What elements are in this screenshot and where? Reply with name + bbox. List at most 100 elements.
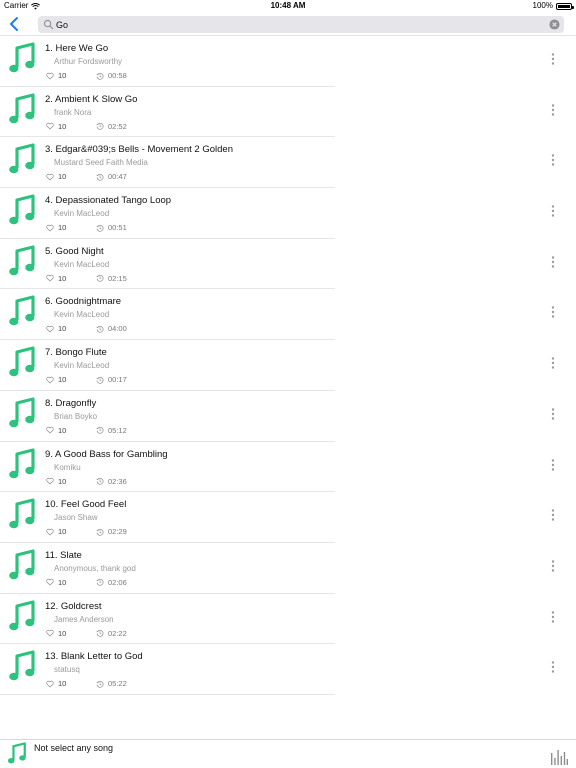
song-likes: 10 (46, 122, 66, 131)
song-duration: 02:06 (96, 578, 127, 587)
song-artist: Anonymous, thank god (54, 563, 136, 573)
song-artist: Jason Shaw (54, 513, 98, 523)
likes-count: 10 (58, 577, 67, 587)
song-artist: Kevin MacLeod (54, 259, 110, 269)
song-artist: Kevin MacLeod (54, 310, 110, 320)
song-likes: 10 (46, 679, 66, 688)
song-row[interactable]: 7. Bongo Flute Kevin MacLeod 10 00:17 (0, 340, 576, 391)
song-duration: 00:17 (96, 375, 127, 384)
song-likes: 10 (46, 527, 66, 536)
more-options-icon[interactable] (548, 508, 558, 522)
music-note-icon (7, 742, 26, 764)
battery-icon (556, 2, 574, 10)
duration-text: 00:17 (108, 375, 127, 385)
heart-icon (46, 224, 54, 232)
song-title: 3. Edgar&#039;s Bells - Movement 2 Golde… (45, 144, 233, 156)
row-divider (0, 693, 335, 695)
song-row[interactable]: 10. Feel Good Feel Jason Shaw 10 02:29 (0, 492, 576, 543)
song-row[interactable]: 8. Dragonfly Brian Boyko 10 05:12 (0, 391, 576, 442)
clear-icon[interactable] (549, 19, 560, 30)
likes-count: 10 (58, 679, 67, 689)
heart-icon (46, 173, 54, 181)
music-note-icon (9, 42, 35, 73)
more-options-icon[interactable] (548, 305, 558, 319)
likes-count: 10 (58, 172, 67, 182)
song-artist: Brian Boyko (54, 411, 98, 421)
song-row[interactable]: 1. Here We Go Arthur Fordsworthy 10 00:5… (0, 36, 576, 87)
history-icon (96, 477, 104, 485)
song-row[interactable]: 12. Goldcrest James Anderson 10 02:22 (0, 594, 576, 645)
heart-icon (46, 477, 54, 485)
heart-icon (46, 72, 54, 80)
more-options-icon[interactable] (548, 407, 558, 421)
song-row[interactable]: 4. Depassionated Tango Loop Kevin MacLeo… (0, 188, 576, 239)
more-options-icon[interactable] (548, 610, 558, 624)
duration-text: 05:22 (108, 679, 127, 689)
song-duration: 00:58 (96, 71, 127, 80)
battery-percent: 100% (532, 1, 553, 10)
heart-icon (46, 123, 54, 130)
song-row[interactable]: 6. Goodnightmare Kevin MacLeod 10 04:00 (0, 289, 576, 341)
likes-count: 10 (58, 375, 67, 385)
back-icon[interactable] (6, 15, 24, 33)
more-options-icon[interactable] (548, 458, 558, 472)
more-options-icon[interactable] (548, 153, 558, 167)
duration-text: 00:58 (108, 71, 127, 80)
song-row[interactable]: 9. A Good Bass for Gambling Komiku 10 02… (0, 442, 576, 493)
duration-text: 02:36 (108, 476, 127, 486)
equalizer-icon[interactable] (550, 747, 568, 765)
song-likes: 10 (46, 375, 66, 384)
likes-count: 10 (58, 273, 67, 283)
song-duration: 05:12 (96, 426, 127, 435)
battery-indicator: 100% (532, 0, 574, 12)
song-artist: Mustard Seed Faith Media (54, 158, 148, 168)
status-bar: Carrier 10:48 AM 100% (0, 0, 576, 12)
music-note-icon (9, 93, 35, 123)
heart-icon (46, 427, 54, 434)
history-icon (96, 680, 104, 688)
search-field[interactable] (38, 16, 564, 33)
song-row[interactable]: 5. Good Night Kevin MacLeod 10 02:15 (0, 239, 576, 290)
more-options-icon[interactable] (548, 52, 558, 66)
search-input[interactable] (56, 16, 526, 33)
music-note-icon (9, 397, 35, 428)
song-artist: Kevin MacLeod (54, 361, 110, 371)
more-options-icon[interactable] (548, 204, 558, 218)
song-duration: 02:15 (96, 274, 127, 283)
likes-count: 10 (58, 324, 67, 334)
song-likes: 10 (46, 426, 66, 435)
song-artist: James Anderson (54, 614, 114, 624)
duration-text: 05:12 (108, 425, 127, 435)
more-options-icon[interactable] (548, 559, 558, 573)
more-options-icon[interactable] (548, 356, 558, 370)
duration-text: 00:51 (108, 223, 127, 233)
music-note-icon (9, 599, 35, 630)
more-options-icon[interactable] (548, 255, 558, 269)
more-options-icon[interactable] (548, 660, 558, 674)
duration-text: 00:47 (108, 172, 127, 182)
song-row[interactable]: 3. Edgar&#039;s Bells - Movement 2 Golde… (0, 137, 576, 189)
song-likes: 10 (46, 223, 66, 232)
more-options-icon[interactable] (548, 103, 558, 117)
song-row[interactable]: 13. Blank Letter to God statusq 10 05:22 (0, 644, 576, 695)
history-icon (96, 224, 104, 232)
likes-count: 10 (58, 121, 67, 131)
song-row[interactable]: 11. Slate Anonymous, thank god 10 02:06 (0, 543, 576, 594)
song-likes: 10 (46, 172, 66, 181)
history-icon (96, 325, 104, 333)
song-likes: 10 (46, 578, 66, 587)
song-likes: 10 (46, 71, 66, 80)
song-duration: 00:51 (96, 223, 127, 232)
song-duration: 02:29 (96, 527, 127, 536)
song-title: 12. Goldcrest (45, 600, 102, 612)
mini-player[interactable]: Not select any song (0, 739, 576, 768)
history-icon (96, 528, 104, 536)
song-row[interactable]: 2. Ambient K Slow Go frank Nora 10 02:52 (0, 87, 576, 138)
history-icon (96, 173, 104, 181)
heart-icon (46, 528, 54, 536)
song-title: 8. Dragonfly (45, 397, 97, 409)
heart-icon (46, 680, 54, 688)
song-title: 6. Goodnightmare (45, 296, 122, 308)
song-title: 5. Good Night (45, 245, 104, 257)
duration-text: 02:52 (108, 121, 127, 131)
